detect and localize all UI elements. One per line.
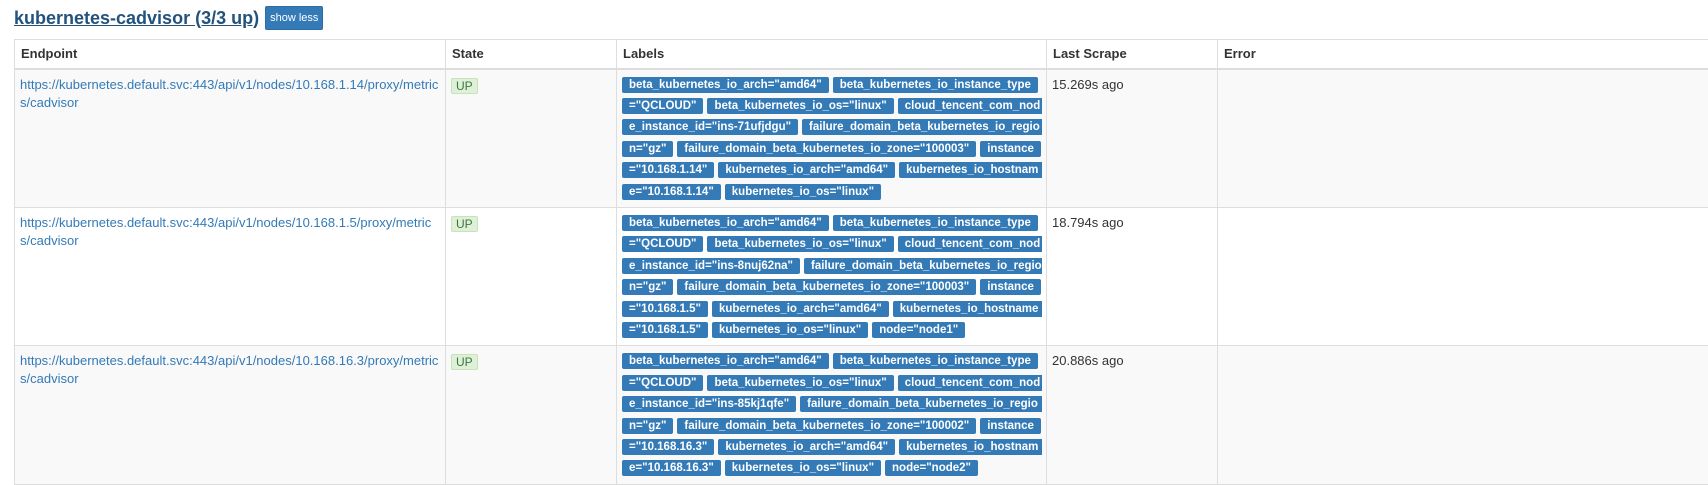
label-badge: kubernetes_io_os="linux" (725, 184, 881, 200)
last-scrape-text: 20.886s ago (1052, 353, 1124, 368)
column-header-state: State (446, 40, 617, 69)
label-badge: failure_domain_beta_kubernetes_io_zone="… (677, 418, 976, 434)
last-scrape-cell: 15.269s ago (1047, 69, 1218, 208)
label-badge: failure_domain_beta_kubernetes_io_zone="… (677, 279, 976, 295)
labels-list: beta_kubernetes_io_arch="amd64" beta_kub… (622, 214, 1042, 342)
job-title-link[interactable]: kubernetes-cadvisor (3/3 up) (14, 8, 259, 29)
job-header: kubernetes-cadvisor (3/3 up) show less (14, 6, 323, 30)
table-row: https://kubernetes.default.svc:443/api/v… (15, 69, 1708, 208)
labels-cell: beta_kubernetes_io_arch="amd64" beta_kub… (617, 207, 1047, 345)
endpoint-cell: https://kubernetes.default.svc:443/api/v… (15, 207, 446, 345)
error-cell (1218, 346, 1708, 484)
endpoint-link[interactable]: https://kubernetes.default.svc:443/api/v… (20, 352, 441, 388)
label-badge: kubernetes_io_os="linux" (712, 322, 868, 338)
show-less-button[interactable]: show less (265, 6, 323, 30)
label-badge: kubernetes_io_arch="amd64" (712, 301, 889, 317)
last-scrape-text: 18.794s ago (1052, 215, 1124, 230)
label-badge: beta_kubernetes_io_arch="amd64" (622, 215, 829, 231)
state-badge: UP (451, 78, 478, 94)
endpoint-link[interactable]: https://kubernetes.default.svc:443/api/v… (20, 214, 441, 250)
endpoint-cell: https://kubernetes.default.svc:443/api/v… (15, 346, 446, 484)
label-badge: kubernetes_io_arch="amd64" (718, 439, 895, 455)
targets-table: Endpoint State Labels Last Scrape Error … (14, 39, 1708, 485)
endpoint-link[interactable]: https://kubernetes.default.svc:443/api/v… (20, 76, 441, 112)
label-badge: beta_kubernetes_io_os="linux" (707, 98, 893, 114)
label-badge: failure_domain_beta_kubernetes_io_zone="… (677, 141, 976, 157)
state-badge: UP (451, 216, 478, 232)
column-header-error: Error (1218, 40, 1708, 69)
error-cell (1218, 69, 1708, 208)
label-badge: beta_kubernetes_io_os="linux" (707, 375, 893, 391)
state-badge: UP (451, 354, 478, 370)
column-header-last-scrape: Last Scrape (1047, 40, 1218, 69)
labels-cell: beta_kubernetes_io_arch="amd64" beta_kub… (617, 69, 1047, 208)
label-badge: node="node1" (872, 322, 965, 338)
last-scrape-cell: 20.886s ago (1047, 346, 1218, 484)
table-row: https://kubernetes.default.svc:443/api/v… (15, 346, 1708, 484)
labels-list: beta_kubernetes_io_arch="amd64" beta_kub… (622, 76, 1042, 204)
label-badge: kubernetes_io_arch="amd64" (718, 162, 895, 178)
label-badge: beta_kubernetes_io_arch="amd64" (622, 353, 829, 369)
endpoint-cell: https://kubernetes.default.svc:443/api/v… (15, 69, 446, 208)
error-cell (1218, 207, 1708, 345)
label-badge: beta_kubernetes_io_arch="amd64" (622, 77, 829, 93)
table-header-row: Endpoint State Labels Last Scrape Error (15, 40, 1708, 69)
label-badge: node="node2" (885, 460, 978, 476)
table-row: https://kubernetes.default.svc:443/api/v… (15, 207, 1708, 345)
label-badge: kubernetes_io_os="linux" (725, 460, 881, 476)
state-cell: UP (446, 69, 617, 208)
state-cell: UP (446, 207, 617, 345)
column-header-labels: Labels (617, 40, 1047, 69)
label-badge: beta_kubernetes_io_os="linux" (707, 236, 893, 252)
last-scrape-text: 15.269s ago (1052, 77, 1124, 92)
labels-list: beta_kubernetes_io_arch="amd64" beta_kub… (622, 352, 1042, 480)
state-cell: UP (446, 346, 617, 484)
column-header-endpoint: Endpoint (15, 40, 446, 69)
last-scrape-cell: 18.794s ago (1047, 207, 1218, 345)
labels-cell: beta_kubernetes_io_arch="amd64" beta_kub… (617, 346, 1047, 484)
